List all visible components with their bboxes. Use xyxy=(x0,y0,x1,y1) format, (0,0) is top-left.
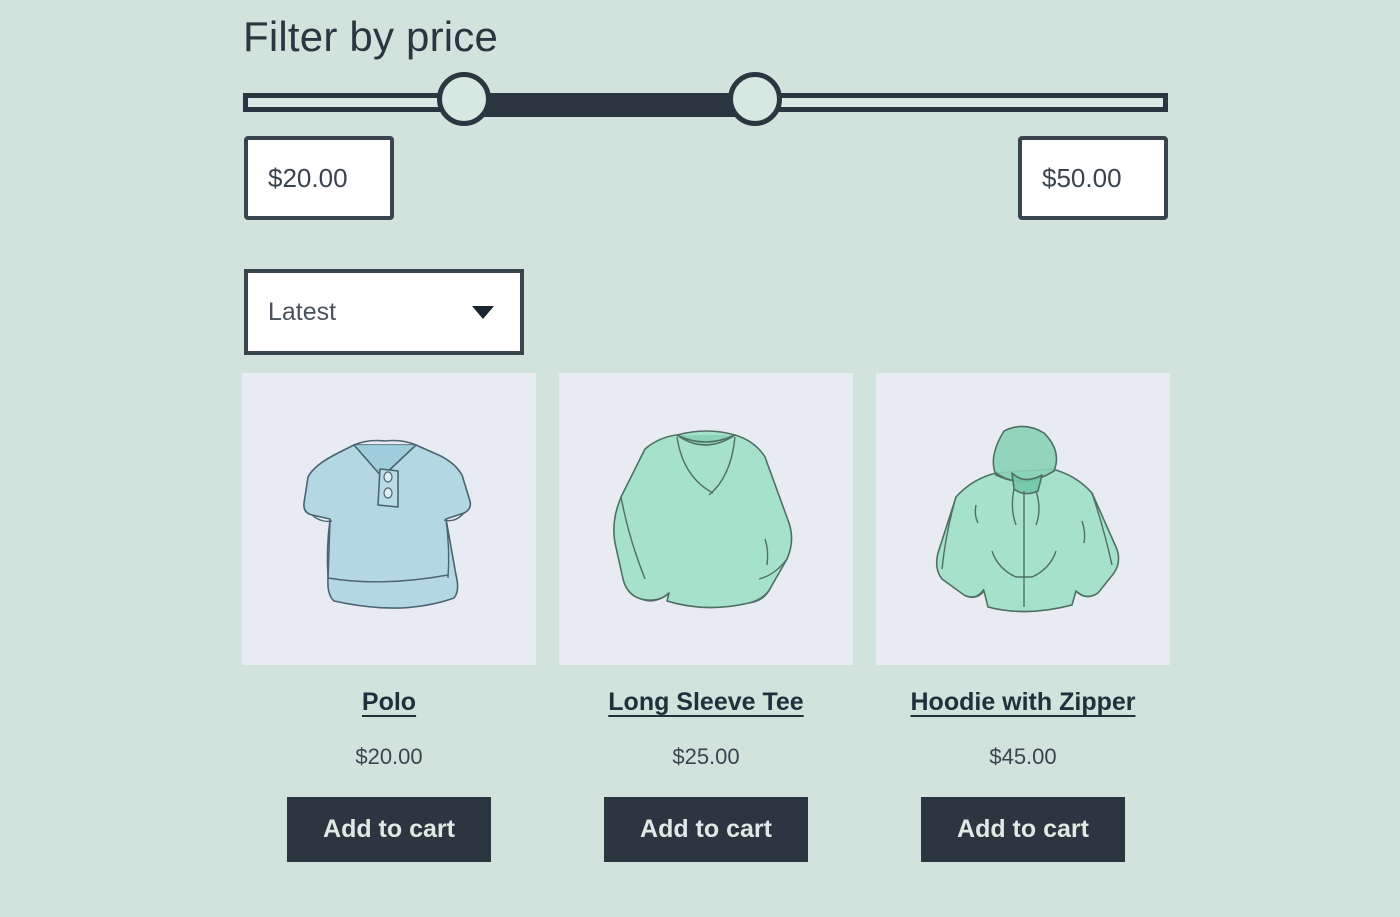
price-slider-min-handle[interactable] xyxy=(437,72,491,126)
price-slider-track[interactable] xyxy=(243,93,1168,117)
product-title-link[interactable]: Polo xyxy=(362,688,416,717)
chevron-down-icon xyxy=(472,305,494,319)
product-price: $20.00 xyxy=(355,743,423,769)
product-card: Long Sleeve Tee $25.00 Add to cart xyxy=(559,373,853,863)
product-card: Polo $20.00 Add to cart xyxy=(242,373,536,863)
add-to-cart-button[interactable]: Add to cart xyxy=(287,796,491,863)
price-slider-selected-range xyxy=(470,98,761,117)
max-price-field[interactable]: $50.00 xyxy=(1018,136,1168,220)
shop-filter-page: Filter by price $20.00 $50.00 Latest Pol… xyxy=(0,0,1400,917)
product-grid: Polo $20.00 Add to cart Long Sleeve Tee … xyxy=(242,373,1172,863)
sort-order-select[interactable]: Latest xyxy=(244,269,524,355)
product-card: Hoodie with Zipper $45.00 Add to cart xyxy=(876,373,1170,863)
product-title-link[interactable]: Hoodie with Zipper xyxy=(911,688,1136,717)
product-title-link[interactable]: Long Sleeve Tee xyxy=(608,688,803,717)
min-price-field[interactable]: $20.00 xyxy=(244,136,394,220)
product-image-hoodie-with-zipper[interactable] xyxy=(876,373,1170,665)
sort-order-value: Latest xyxy=(268,297,337,326)
add-to-cart-button[interactable]: Add to cart xyxy=(604,796,808,863)
product-image-polo[interactable] xyxy=(242,373,536,665)
price-slider-max-handle[interactable] xyxy=(728,72,782,126)
add-to-cart-button[interactable]: Add to cart xyxy=(921,796,1125,863)
product-image-long-sleeve-tee[interactable] xyxy=(559,373,853,665)
product-price: $45.00 xyxy=(989,743,1057,769)
filter-by-price-heading: Filter by price xyxy=(243,13,499,60)
product-price: $25.00 xyxy=(672,743,740,769)
